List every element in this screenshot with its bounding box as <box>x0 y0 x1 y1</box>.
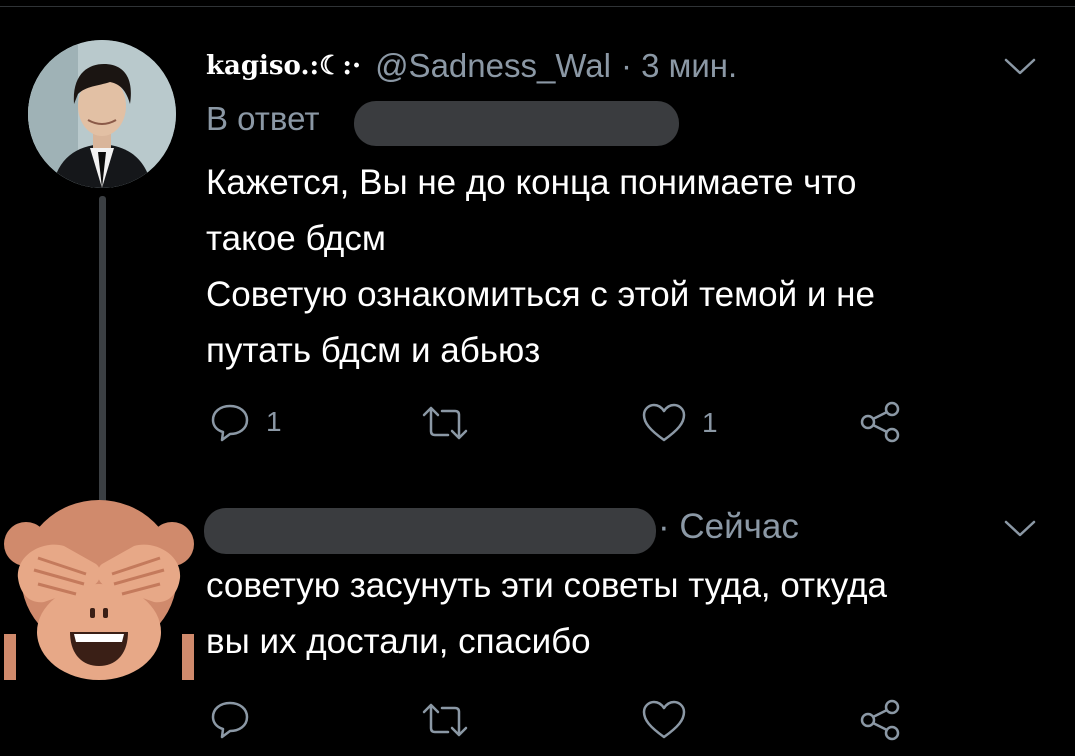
redacted-username <box>354 101 679 146</box>
like-button[interactable] <box>640 699 688 741</box>
reply-icon <box>211 404 249 442</box>
reply-icon <box>211 701 249 739</box>
display-name[interactable]: kagiso.:☾:· <box>206 51 361 81</box>
redacted-username <box>204 508 656 554</box>
reply-button[interactable]: 1 <box>208 400 282 444</box>
share-icon <box>860 401 900 443</box>
tweet-text-line: Советую ознакомиться с этой темой и не <box>206 275 875 314</box>
retweet-button[interactable] <box>420 700 470 740</box>
avatar-photo <box>28 40 176 188</box>
chevron-down-icon[interactable] <box>1000 54 1040 78</box>
tweet-text-line: вы их достали, спасибо <box>206 622 591 661</box>
reply-button[interactable] <box>208 697 252 741</box>
retweet-icon <box>422 406 468 440</box>
like-count: 1 <box>702 407 718 438</box>
reply-count: 1 <box>266 406 282 437</box>
chevron-down-icon[interactable] <box>1000 516 1040 540</box>
avatar[interactable] <box>28 40 176 188</box>
like-button[interactable]: 1 <box>640 402 718 444</box>
retweet-button[interactable] <box>420 403 470 443</box>
timestamp[interactable]: · Сейчас <box>658 507 799 547</box>
tweet-text-line: путать бдсм и абьюз <box>206 331 541 370</box>
like-icon <box>642 700 686 739</box>
top-divider <box>0 6 1075 7</box>
handle[interactable]: @Sadness_Wal <box>375 47 611 85</box>
share-button[interactable] <box>856 696 904 744</box>
see-no-evil-monkey-icon <box>4 500 194 680</box>
reply-context: В ответ <box>206 100 320 137</box>
avatar[interactable] <box>4 494 194 684</box>
tweet-text-line: такое бдсм <box>206 219 386 258</box>
tweet-text-line: Кажется, Вы не до конца понимаете что <box>206 163 857 202</box>
thread-connector <box>99 196 106 506</box>
tweet-header: kagiso.:☾:· @Sadness_Wal · 3 мин. <box>206 44 737 88</box>
like-icon <box>642 403 686 442</box>
tweet-text-line: советую засунуть эти советы туда, откуда <box>206 566 888 605</box>
retweet-icon <box>422 703 468 737</box>
share-icon <box>860 699 900 741</box>
share-button[interactable] <box>856 398 904 446</box>
timestamp[interactable]: · 3 мин. <box>621 47 737 85</box>
